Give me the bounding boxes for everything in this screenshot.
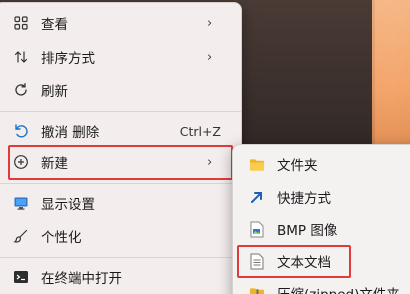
submenu-item-label: 压缩(zipped)文件夹 bbox=[277, 283, 400, 294]
submenu-item-folder[interactable]: 文件夹 bbox=[239, 149, 410, 179]
terminal-icon bbox=[13, 269, 29, 285]
menu-item-new[interactable]: 新建 › bbox=[1, 147, 235, 177]
submenu-item-label: 文件夹 bbox=[277, 158, 318, 174]
folder-icon bbox=[249, 156, 265, 172]
menu-item-personalize[interactable]: 个性化 bbox=[1, 221, 235, 251]
submenu-item-bmp-image[interactable]: BMP 图像 bbox=[239, 214, 410, 244]
menu-item-view[interactable]: 查看 › bbox=[1, 8, 235, 38]
menu-item-label: 显示设置 bbox=[41, 197, 95, 213]
menu-separator bbox=[0, 183, 241, 184]
menu-item-open-terminal[interactable]: 在终端中打开 bbox=[1, 262, 235, 292]
menu-item-label: 排序方式 bbox=[41, 51, 95, 67]
shortcut-label: Ctrl+Z bbox=[179, 123, 221, 139]
chevron-right-icon: › bbox=[207, 15, 213, 31]
display-icon bbox=[13, 195, 29, 211]
text-document-icon bbox=[249, 253, 265, 269]
bmp-image-icon bbox=[249, 221, 265, 237]
zip-folder-icon bbox=[249, 285, 265, 294]
submenu-item-label: 文本文档 bbox=[277, 255, 331, 271]
menu-item-label: 在终端中打开 bbox=[41, 271, 122, 287]
menu-separator bbox=[0, 257, 241, 258]
refresh-icon bbox=[13, 82, 29, 98]
new-submenu: 文件夹 快捷方式 BMP 图像 文本文档 压缩(zipped)文件夹 bbox=[232, 144, 410, 294]
submenu-item-label: 快捷方式 bbox=[277, 191, 331, 207]
sort-icon bbox=[13, 49, 29, 65]
menu-item-label: 查看 bbox=[41, 17, 68, 33]
shortcut-arrow-icon bbox=[249, 189, 265, 205]
undo-icon bbox=[13, 123, 29, 139]
grid-view-icon bbox=[13, 15, 29, 31]
new-plus-icon bbox=[13, 154, 29, 170]
desktop-context-menu: 查看 › 排序方式 › 刷新 撤消 删除 Ctrl+Z 新建 › 显示设置 个性… bbox=[0, 2, 242, 294]
submenu-item-text-document[interactable]: 文本文档 bbox=[239, 246, 410, 276]
menu-item-sort[interactable]: 排序方式 › bbox=[1, 42, 235, 72]
chevron-right-icon: › bbox=[207, 49, 213, 65]
submenu-item-shortcut[interactable]: 快捷方式 bbox=[239, 182, 410, 212]
submenu-item-label: BMP 图像 bbox=[277, 223, 338, 239]
menu-item-label: 新建 bbox=[41, 156, 68, 172]
menu-item-label: 刷新 bbox=[41, 84, 68, 100]
menu-separator bbox=[0, 111, 241, 112]
menu-item-refresh[interactable]: 刷新 bbox=[1, 75, 235, 105]
menu-item-display-settings[interactable]: 显示设置 bbox=[1, 188, 235, 218]
menu-item-label: 个性化 bbox=[41, 230, 82, 246]
brush-icon bbox=[13, 228, 29, 244]
menu-item-label: 撤消 删除 bbox=[41, 125, 100, 141]
submenu-item-zip-folder[interactable]: 压缩(zipped)文件夹 bbox=[239, 278, 410, 294]
chevron-right-icon: › bbox=[207, 154, 213, 170]
menu-item-undo-delete[interactable]: 撤消 删除 Ctrl+Z bbox=[1, 116, 235, 146]
